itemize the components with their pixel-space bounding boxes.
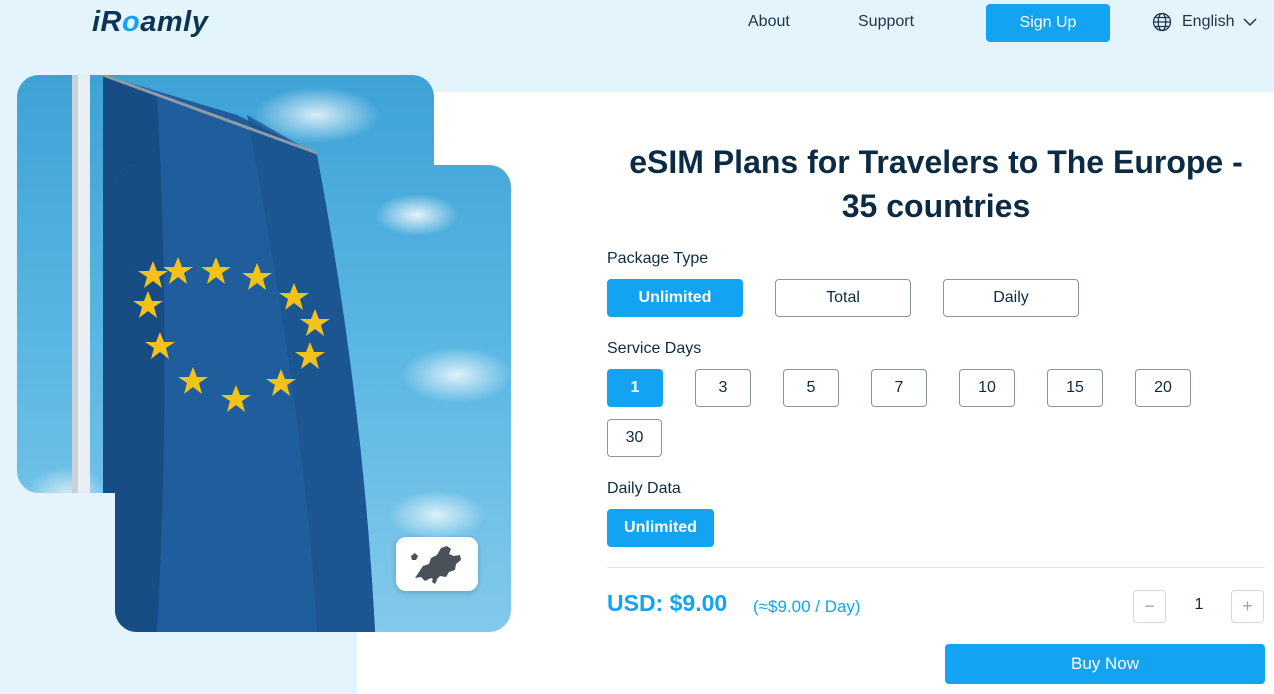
service-days-option-10[interactable]: 10 (959, 369, 1015, 407)
logo-text-prefix: iR (92, 6, 122, 38)
globe-icon (1152, 12, 1172, 32)
buy-now-button[interactable]: Buy Now (945, 644, 1265, 684)
daily-data-label: Daily Data (607, 480, 681, 497)
service-days-option-1[interactable]: 1 (607, 369, 663, 407)
page-title-line-1: eSIM Plans for Travelers to The Europe - (629, 144, 1243, 180)
service-days-option-20[interactable]: 20 (1135, 369, 1191, 407)
package-type-option-daily[interactable]: Daily (943, 279, 1079, 317)
price-divider (607, 567, 1265, 568)
europe-map-icon (396, 537, 478, 591)
language-selector[interactable]: English (1152, 12, 1258, 32)
page-title-line-2: 35 countries (841, 188, 1031, 224)
service-days-option-15[interactable]: 15 (1047, 369, 1103, 407)
package-type-option-unlimited[interactable]: Unlimited (607, 279, 743, 317)
logo-text-suffix: amly (140, 6, 209, 38)
sign-up-button[interactable]: Sign Up (986, 4, 1110, 42)
service-days-option-30[interactable]: 30 (607, 419, 662, 457)
service-days-option-5[interactable]: 5 (783, 369, 839, 407)
nav-support-link[interactable]: Support (858, 13, 914, 31)
page-title: eSIM Plans for Travelers to The Europe -… (600, 140, 1272, 228)
price-per-day: (≈$9.00 / Day) (753, 597, 861, 616)
daily-data-option-unlimited[interactable]: Unlimited (607, 509, 714, 547)
price-total: USD: $9.00 (607, 590, 728, 616)
language-label: English (1182, 13, 1235, 30)
package-type-option-total[interactable]: Total (775, 279, 911, 317)
quantity-decrease-button[interactable]: − (1133, 590, 1166, 623)
package-type-label: Package Type (607, 250, 709, 267)
service-days-option-7[interactable]: 7 (871, 369, 927, 407)
nav-about-link[interactable]: About (748, 13, 790, 31)
quantity-value: 1 (1194, 596, 1204, 613)
quantity-increase-button[interactable]: + (1231, 590, 1264, 623)
chevron-down-icon (1242, 14, 1258, 30)
logo-text-accent: o (122, 6, 141, 38)
brand-logo[interactable]: iRoamly (92, 6, 208, 39)
service-days-option-3[interactable]: 3 (695, 369, 751, 407)
service-days-label: Service Days (607, 340, 702, 357)
